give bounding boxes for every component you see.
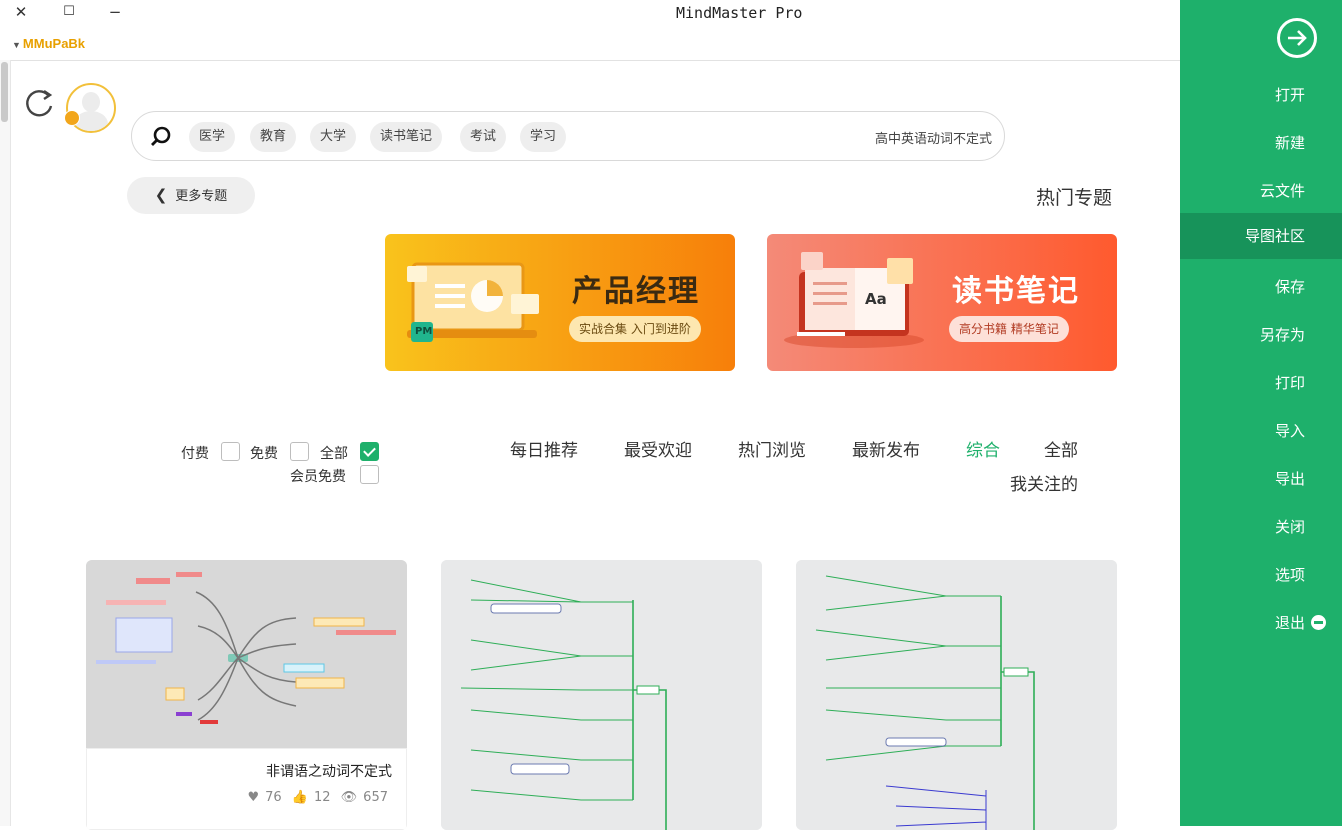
sidebar-item-save-as[interactable]: 另存为 — [1180, 312, 1342, 358]
sidebar-item-options[interactable]: 选项 — [1180, 552, 1342, 598]
tab-overall[interactable]: 综合 — [966, 436, 1000, 461]
banner-subtitle: 实战合集 入门到进阶 — [569, 316, 701, 342]
tab-popular[interactable]: 最受欢迎 — [624, 436, 692, 461]
search-tag[interactable]: 考试 — [460, 122, 507, 152]
mindmap-thumbnail — [441, 560, 762, 830]
maximize-icon[interactable]: ☐ — [58, 2, 80, 22]
account-name: MMuPaBk — [22, 36, 86, 51]
search-tag[interactable]: 学习 — [520, 122, 567, 152]
filter-all-checkbox[interactable] — [360, 442, 379, 461]
window-title: MindMaster Pro — [676, 4, 803, 22]
more-topics-button[interactable]: ❮ 更多专题 — [127, 177, 255, 214]
thumb-up-icon: 👍 — [291, 790, 308, 805]
card-stats: ♥ 76 👍 12 👁 657 — [241, 790, 388, 805]
banner-subtitle: 高分书籍 精华笔记 — [949, 316, 1069, 342]
minus-circle-icon — [1311, 615, 1326, 630]
filter-paid-checkbox[interactable] — [221, 442, 240, 461]
filter-paid-label: 付费 — [181, 446, 209, 462]
mindmap-card[interactable]: 非谓语之动词不定式 ♥ 76 👍 12 👁 657 — [86, 560, 407, 830]
sidebar-item-export[interactable]: 导出 — [1180, 456, 1342, 502]
tab-all[interactable]: 全部 — [1044, 436, 1078, 461]
sidebar-item-import[interactable]: 导入 — [1180, 408, 1342, 454]
close-icon[interactable]: ✕ — [10, 2, 32, 22]
banner-reading-notes[interactable]: Aa 读书笔记 高分书籍 精华笔记 — [767, 234, 1117, 371]
tab-latest[interactable]: 最新发布 — [852, 436, 920, 461]
sidebar-item-community[interactable]: 导图社区 — [1180, 213, 1342, 259]
card-title: 非谓语之动词不定式 — [266, 764, 392, 780]
heart-icon: ♥ — [247, 790, 260, 805]
banner-title: 产品经理 — [572, 274, 700, 309]
sidebar-item-save[interactable]: 保存 — [1180, 264, 1342, 310]
eye-icon: 👁 — [340, 790, 358, 805]
more-topics-label: 更多专题 — [175, 189, 228, 204]
sidebar-item-cloud-files[interactable]: 云文件 — [1180, 168, 1342, 214]
back-arrow-icon[interactable] — [1277, 18, 1317, 58]
tab-following[interactable]: 我关注的 — [1010, 470, 1078, 495]
search-icon[interactable] — [150, 125, 172, 147]
filter-member-label: 会员免费 — [290, 469, 346, 485]
filter-member-checkbox[interactable] — [360, 465, 379, 484]
laptop-illustration-icon — [407, 262, 539, 342]
chevron-left-icon: ❮ — [154, 186, 168, 204]
sidebar-item-exit-label: 退出 — [1274, 614, 1305, 632]
scrollbar-thumb[interactable] — [1, 62, 8, 122]
filter-free-checkbox[interactable] — [290, 442, 309, 461]
favorite-count: 76 — [265, 790, 282, 805]
tab-daily[interactable]: 每日推荐 — [510, 436, 578, 461]
filter-all-label: 全部 — [320, 446, 348, 462]
tab-hot[interactable]: 热门浏览 — [738, 436, 806, 461]
search-tag[interactable]: 教育 — [250, 122, 297, 152]
like-count: 12 — [313, 790, 331, 805]
vip-badge-icon — [64, 110, 80, 126]
pm-badge: PM — [415, 326, 433, 337]
view-count: 657 — [363, 790, 388, 805]
title-bar: ✕ ☐ − MindMaster Pro ▼ MMuPaBk — [0, 0, 1180, 61]
search-tag[interactable]: 大学 — [310, 122, 357, 152]
sidebar: 打开 新建 云文件 导图社区 保存 另存为 打印 导入 导出 关闭 选项 退出 — [1180, 0, 1342, 826]
sidebar-item-new[interactable]: 新建 — [1180, 120, 1342, 166]
account-menu[interactable]: ▼ MMuPaBk — [12, 36, 85, 51]
sidebar-item-open[interactable]: 打开 — [1180, 72, 1342, 118]
scrollbar[interactable] — [0, 60, 11, 826]
search-tag[interactable]: 读书笔记 — [370, 122, 443, 152]
chevron-down-icon: ▼ — [12, 40, 21, 50]
banner-title: 读书笔记 — [952, 274, 1080, 309]
mindmap-thumbnail — [86, 560, 407, 748]
book-badge: Aa — [865, 290, 887, 308]
mindmap-card[interactable] — [796, 560, 1117, 830]
banner-product-manager[interactable]: PM 产品经理 实战合集 入门到进阶 — [385, 234, 735, 371]
card-info: 非谓语之动词不定式 ♥ 76 👍 12 👁 657 — [86, 748, 407, 830]
book-illustration-icon — [784, 252, 924, 348]
search-input[interactable] — [800, 125, 994, 149]
mindmap-thumbnail — [796, 560, 1117, 830]
section-title: 热门专题 — [1036, 187, 1113, 209]
sidebar-item-close[interactable]: 关闭 — [1180, 504, 1342, 550]
minimize-icon[interactable]: − — [104, 2, 126, 22]
search-bar: 医学 教育 大学 读书笔记 考试 学习 — [131, 111, 1005, 161]
search-tag[interactable]: 医学 — [189, 122, 236, 152]
filter-free-label: 免费 — [250, 446, 278, 462]
sidebar-item-print[interactable]: 打印 — [1180, 360, 1342, 406]
mindmap-card[interactable] — [441, 560, 762, 830]
sidebar-item-exit[interactable]: 退出 — [1180, 600, 1342, 646]
refresh-icon[interactable] — [22, 86, 56, 120]
